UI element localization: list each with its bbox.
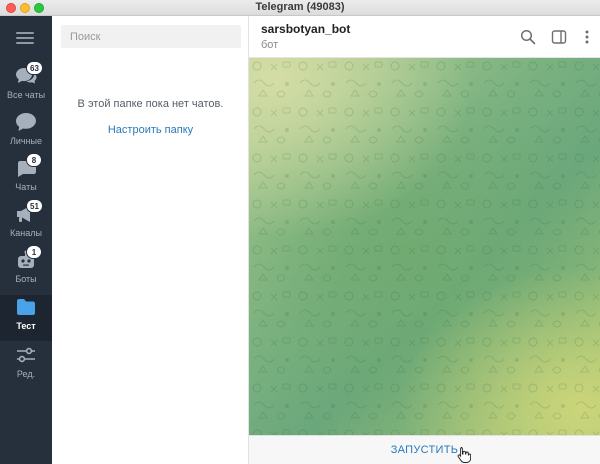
folder-label: Все чаты <box>6 90 46 100</box>
search-icon[interactable] <box>520 29 536 45</box>
peer-status: бот <box>261 39 279 51</box>
empty-folder-message: В этой папке пока нет чатов. <box>77 98 224 110</box>
folder-chats[interactable]: 8 Чаты <box>0 153 52 202</box>
hamburger-icon[interactable] <box>16 32 34 44</box>
folder-label: Личные <box>9 136 43 146</box>
unread-badge: 1 <box>26 245 42 259</box>
start-bot-button[interactable]: ЗАПУСТИТЬ <box>249 436 600 464</box>
folder-label: Чаты <box>15 182 37 192</box>
folder-personal[interactable]: Личные <box>0 110 52 156</box>
folders-sidebar: 63 Все чаты Личные 8 Чаты 51 Каналы 1 Бо… <box>0 16 52 464</box>
bot-start-bar: ЗАПУСТИТЬ <box>249 435 600 464</box>
chat-list-panel: В этой папке пока нет чатов. Настроить п… <box>52 16 249 464</box>
folder-label: Ред. <box>16 369 36 379</box>
more-options-icon[interactable] <box>579 29 595 45</box>
hand-cursor-icon <box>457 447 471 463</box>
wallpaper-pattern <box>249 58 600 435</box>
setup-folder-link[interactable]: Настроить папку <box>52 124 249 136</box>
unread-badge: 63 <box>26 61 43 75</box>
folder-bots[interactable]: 1 Боты <box>0 245 52 294</box>
folder-label: Тест <box>16 321 36 331</box>
window-title: Telegram (49083) <box>255 1 345 13</box>
chat-header: sarsbotyan_bot бот <box>249 16 600 58</box>
search-input[interactable] <box>61 25 241 48</box>
folder-channels[interactable]: 51 Каналы <box>0 199 52 248</box>
sidebar-toggle-icon[interactable] <box>551 29 567 45</box>
folder-all-chats[interactable]: 63 Все чаты <box>0 61 52 110</box>
folder-label: Боты <box>15 274 37 284</box>
chat-wallpaper <box>249 58 600 435</box>
sliders-icon <box>17 347 35 363</box>
window-titlebar: Telegram (49083) <box>0 0 600 16</box>
folder-test[interactable]: Тест <box>0 295 52 341</box>
peer-name[interactable]: sarsbotyan_bot <box>261 22 350 36</box>
folder-edit[interactable]: Ред. <box>0 343 52 389</box>
unread-badge: 51 <box>26 199 43 213</box>
folder-icon <box>17 299 35 315</box>
unread-badge: 8 <box>26 153 42 167</box>
person-chat-icon <box>16 113 36 131</box>
folder-label: Каналы <box>10 228 42 238</box>
